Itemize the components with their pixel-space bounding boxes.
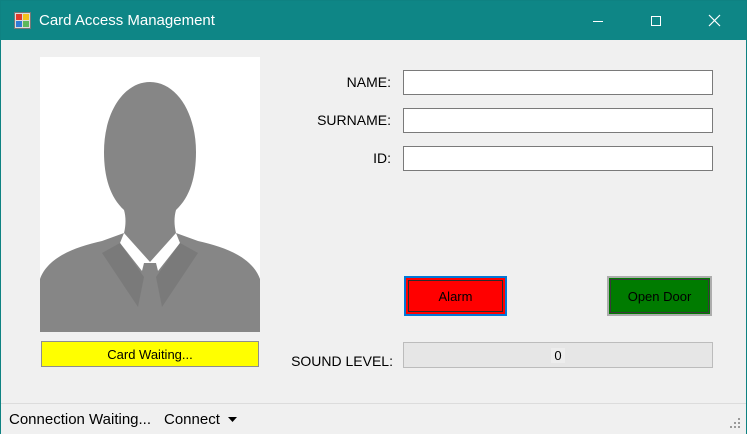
card-status-label: Card Waiting... xyxy=(41,341,259,367)
close-icon xyxy=(708,14,720,27)
minimize-button[interactable] xyxy=(569,1,627,40)
sound-level-value: 0 xyxy=(551,347,565,363)
sound-level-label: SOUND LEVEL: xyxy=(291,353,393,369)
app-icon xyxy=(14,12,31,29)
person-silhouette-icon xyxy=(40,82,260,332)
id-field[interactable] xyxy=(403,146,713,171)
dropdown-arrow-icon xyxy=(227,416,237,422)
resize-grip-icon[interactable] xyxy=(729,417,741,429)
title-bar[interactable]: Card Access Management xyxy=(1,1,746,40)
connect-label: Connect xyxy=(164,411,220,428)
sound-level-bar: 0 xyxy=(403,342,713,368)
maximize-button[interactable] xyxy=(627,1,685,40)
maximize-icon xyxy=(651,15,661,26)
surname-field[interactable] xyxy=(403,108,713,133)
alarm-button-label: Alarm xyxy=(438,288,473,304)
main-window: Card Access Management Card Waiting... N… xyxy=(0,0,747,434)
window-title: Card Access Management xyxy=(39,12,215,29)
id-label: ID: xyxy=(373,150,391,166)
open-door-button[interactable]: Open Door xyxy=(607,276,712,316)
status-bar: Connection Waiting... Connect xyxy=(1,403,746,434)
close-button[interactable] xyxy=(685,1,743,40)
connection-status: Connection Waiting... xyxy=(9,411,152,428)
surname-label: SURNAME: xyxy=(317,112,391,128)
name-field[interactable] xyxy=(403,70,713,95)
minimize-icon xyxy=(593,20,603,22)
name-label: NAME: xyxy=(346,74,391,90)
connect-dropdown[interactable]: Connect xyxy=(164,411,237,428)
alarm-button[interactable]: Alarm xyxy=(404,276,507,316)
open-door-button-label: Open Door xyxy=(627,288,692,304)
card-holder-photo xyxy=(40,57,260,332)
